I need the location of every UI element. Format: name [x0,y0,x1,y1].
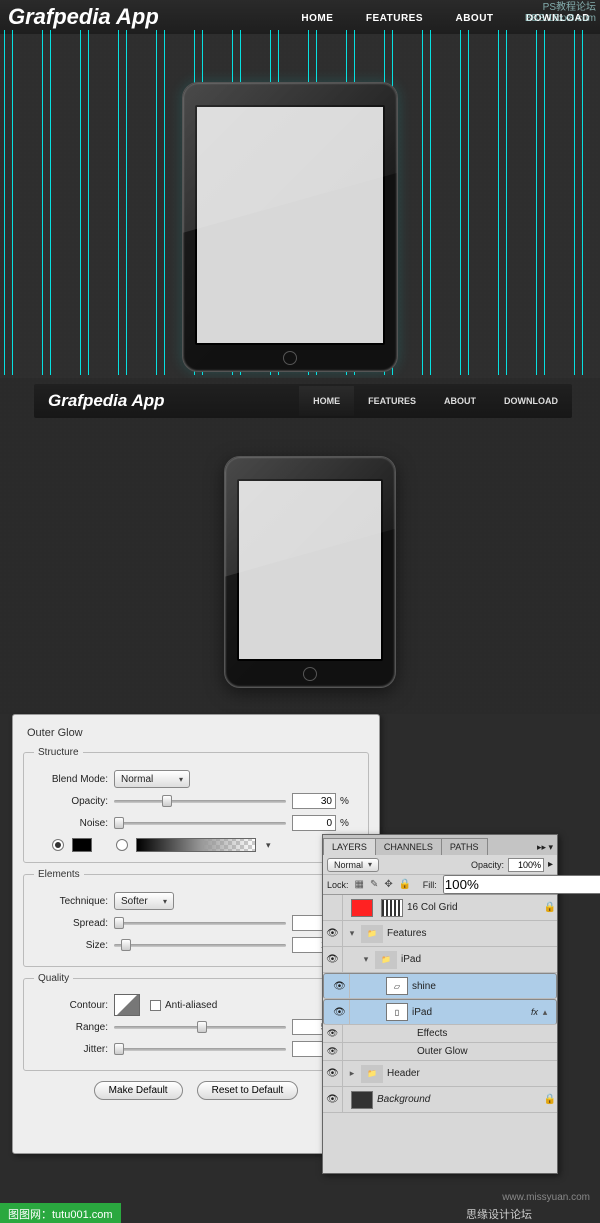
eye-icon[interactable]: 👁 [323,1025,343,1042]
elements-group: Elements Technique: Softer▾ Spread: % Si… [23,869,369,967]
lock-transparency-icon[interactable]: ▦ [355,879,364,891]
lock-icon: 🔒 [543,902,557,913]
panel-menu-icon[interactable]: ▸▸ ▾ [533,840,557,855]
blend-mode-select[interactable]: Normal▾ [327,858,379,872]
fx-badge[interactable]: fx [518,1007,540,1017]
ipad-mockup-mid [224,456,396,688]
lock-all-icon[interactable]: 🔒 [399,879,411,891]
noise-slider[interactable] [114,816,286,830]
caret-icon: ▾ [163,897,167,906]
eye-icon[interactable]: 👁 [323,1061,343,1086]
nav-about[interactable]: ABOUT [455,13,493,24]
watermark-right: www.missyuan.com [502,1192,590,1203]
noise-input[interactable] [292,815,336,831]
layer-row[interactable]: 👁 Background 🔒 [323,1087,557,1113]
layer-thumb: ▱ [386,977,408,995]
eye-icon[interactable]: 👁 [330,1000,350,1024]
reset-default-button[interactable]: Reset to Default [197,1081,299,1100]
eye-icon[interactable]: 👁 [323,921,343,946]
lock-icon: 🔒 [543,1094,557,1105]
logo: Grafpedia App [8,4,301,30]
blend-mode-select[interactable]: Normal▾ [114,770,190,788]
color-radio[interactable] [52,839,64,851]
layer-row[interactable]: 👁 ▾ 📁 Features [323,921,557,947]
folder-icon: 📁 [361,925,383,943]
lock-position-icon[interactable]: ✥ [384,879,392,891]
ipad-mockup-top [182,82,398,372]
contour-picker[interactable] [114,994,140,1016]
anti-aliased-checkbox[interactable] [150,1000,161,1011]
layer-row[interactable]: 👁 ▱ shine [323,973,557,999]
logo: Grafpedia App [48,391,299,411]
structure-group: Structure Blend Mode: Normal▾ Opacity: %… [23,747,369,863]
layer-list: 16 Col Grid 🔒 👁 ▾ 📁 Features 👁 ▾ 📁 iPad … [323,895,557,1173]
nav-home[interactable]: HOME [301,13,333,24]
design-canvas-clean: Grafpedia App HOME FEATURES ABOUT DOWNLO… [0,378,600,714]
layer-thumb [351,899,373,917]
layer-thumb [351,1091,373,1109]
tab-layers[interactable]: LAYERS [323,838,376,855]
top-nav-bar: Grafpedia App HOME FEATURES ABOUT DOWNLO… [0,0,600,34]
eye-icon[interactable]: 👁 [330,974,350,998]
lock-pixels-icon[interactable]: ✎ [370,879,378,891]
layers-panel: LAYERS CHANNELS PATHS ▸▸ ▾ Normal▾ Opaci… [322,834,558,1174]
make-default-button[interactable]: Make Default [94,1081,183,1100]
layer-row[interactable]: 👁 ▸ 📁 Header [323,1061,557,1087]
dialog-title: Outer Glow [23,727,87,739]
eye-icon[interactable]: 👁 [323,1043,343,1060]
range-slider[interactable] [114,1020,286,1034]
twirl-icon[interactable]: ▾ [361,954,371,965]
layer-opacity-input[interactable] [508,858,544,872]
gradient-radio[interactable] [116,839,128,851]
spread-slider[interactable] [114,916,286,930]
nav-home[interactable]: HOME [299,386,354,416]
quality-group: Quality Contour: Anti-aliased Range: % J… [23,973,369,1071]
opacity-input[interactable] [292,793,336,809]
layer-row[interactable]: 👁 ▾ 📁 iPad [323,947,557,973]
layer-row[interactable]: 16 Col Grid 🔒 [323,895,557,921]
eye-icon[interactable]: 👁 [323,1087,343,1112]
mask-thumb [381,899,403,917]
eye-icon[interactable]: 👁 [323,947,343,972]
tab-paths[interactable]: PATHS [441,838,488,855]
nav-about[interactable]: ABOUT [430,386,490,416]
folder-icon: 📁 [375,951,397,969]
caret-icon: ▾ [179,775,183,784]
nav-features[interactable]: FEATURES [366,13,423,24]
nav-download[interactable]: DOWNLOAD [490,386,572,416]
twirl-icon[interactable]: ▸ [347,1068,357,1079]
caret-icon[interactable]: ▾ [266,840,271,851]
layer-thumb: ▯ [386,1003,408,1021]
color-swatch[interactable] [72,838,92,852]
nav-features[interactable]: FEATURES [354,386,430,416]
caret-icon[interactable]: ▸ [548,859,553,870]
watermark-bottom-right: 思缘设计论坛 [458,1203,540,1223]
folder-icon: 📁 [361,1065,383,1083]
jitter-slider[interactable] [114,1042,286,1056]
layer-effect-row[interactable]: 👁 Outer Glow [323,1043,557,1061]
gradient-swatch[interactable] [136,838,256,852]
twirl-icon[interactable]: ▾ [347,928,357,939]
layer-row[interactable]: 👁 ▯ iPad fx ▴ [323,999,557,1025]
twirl-icon[interactable]: ▴ [540,1007,550,1018]
technique-select[interactable]: Softer▾ [114,892,174,910]
design-canvas-with-guides: Grafpedia App HOME FEATURES ABOUT DOWNLO… [0,0,600,378]
visibility-toggle[interactable] [323,895,343,920]
layer-effect-row[interactable]: 👁 Effects [323,1025,557,1043]
size-slider[interactable] [114,938,286,952]
watermark-top: PS教程论坛 BBS.16xx8.com [525,2,596,24]
panel-tabs: LAYERS CHANNELS PATHS ▸▸ ▾ [323,835,557,855]
mid-nav-bar: Grafpedia App HOME FEATURES ABOUT DOWNLO… [34,384,572,418]
opacity-slider[interactable] [114,794,286,808]
watermark-bottom-left: 图图网：tutu001.com [0,1203,121,1223]
layer-fill-input[interactable] [443,875,600,894]
tab-channels[interactable]: CHANNELS [375,838,442,855]
